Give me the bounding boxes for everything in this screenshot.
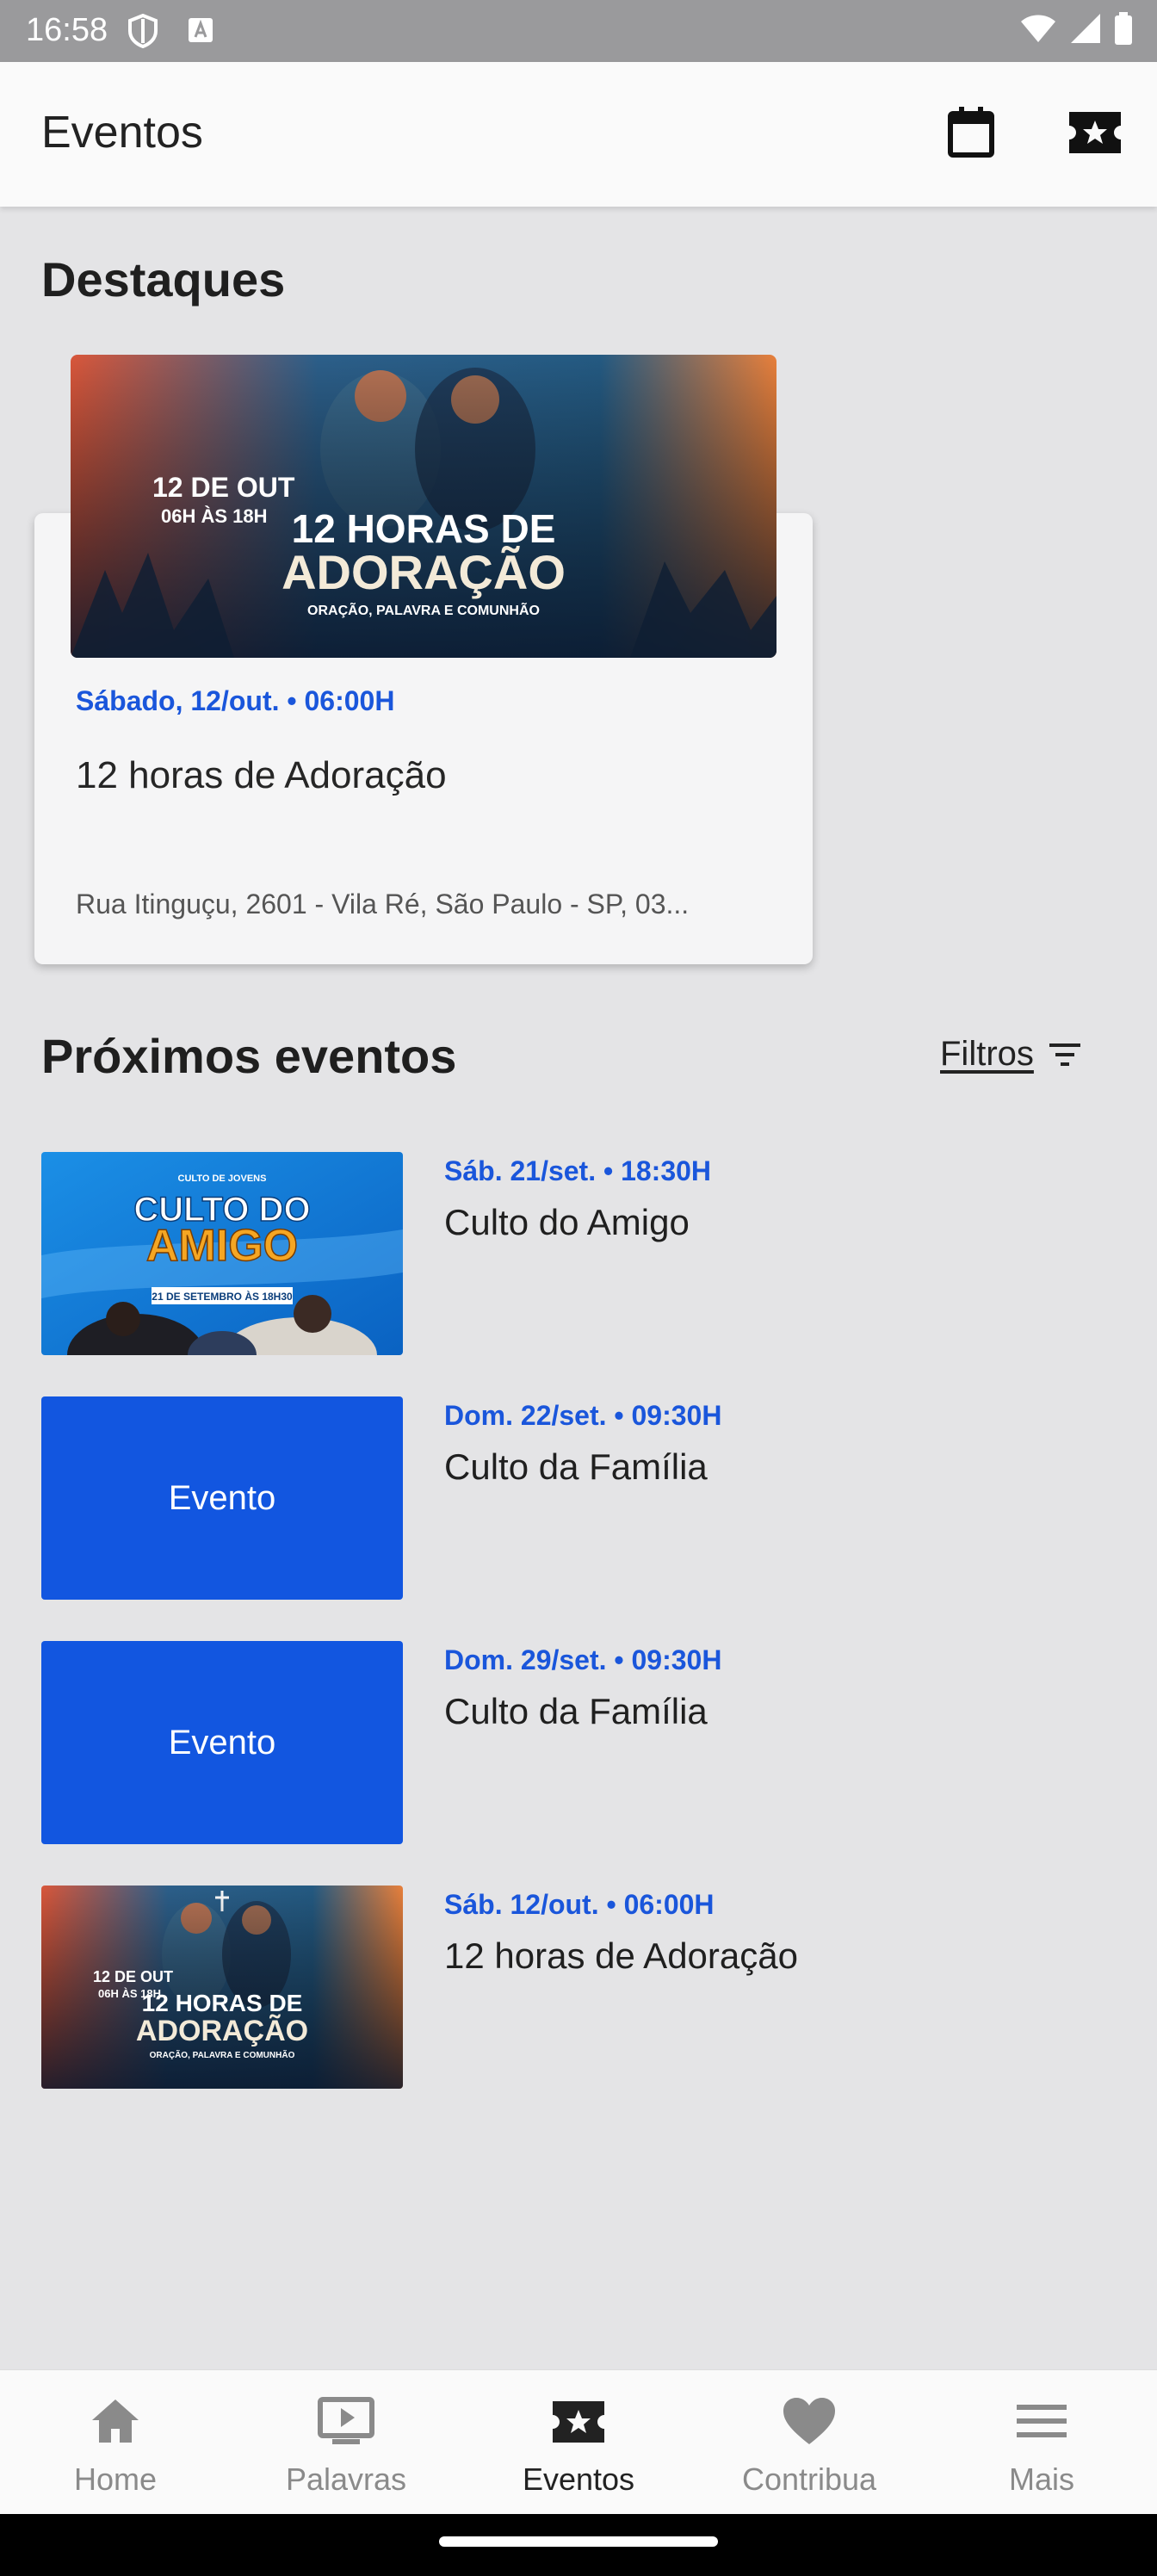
shield-icon (128, 14, 158, 48)
page-title: Eventos (41, 108, 203, 158)
thumb-band: 21 DE SETEMBRO ÀS 18H30 (152, 1290, 293, 1303)
nav-palavras[interactable]: Palavras (231, 2370, 461, 2515)
nav-mais[interactable]: Mais (926, 2370, 1157, 2515)
nav-palavras-label: Palavras (285, 2461, 407, 2497)
nav-eventos-label: Eventos (522, 2461, 635, 2497)
featured-image-time: 06H ÀS 18H (161, 505, 268, 527)
status-time: 16:58 (26, 12, 108, 48)
event-name: Culto da Família (444, 1446, 708, 1487)
filters-label: Filtros (940, 1035, 1034, 1073)
event-date: Dom. 29/set. • 09:30H (444, 1644, 722, 1675)
thumb-top-text: CULTO DE JOVENS (178, 1173, 267, 1184)
event-list-item[interactable]: 12 DE OUT 06H ÀS 18H 12 HORAS DE ADORAÇÃ… (41, 1886, 1117, 2089)
nav-home-label: Home (73, 2461, 158, 2497)
event-thumbnail[interactable]: CULTO DE JOVENS CULTO DO AMIGO 21 DE SET… (41, 1152, 403, 1355)
event-date: Sáb. 21/set. • 18:30H (444, 1155, 712, 1186)
nav-mais-label: Mais (1008, 2461, 1074, 2497)
ticket-star-icon (553, 2401, 604, 2443)
filter-icon (1049, 1043, 1080, 1066)
featured-image-date: 12 DE OUT (152, 472, 295, 503)
menu-icon (1017, 2405, 1067, 2437)
event-thumbnail-placeholder[interactable]: Evento (41, 1641, 403, 1844)
thumb-line2: AMIGO (146, 1221, 298, 1271)
event-name: 12 horas de Adoração (444, 1935, 798, 1976)
event-list-item[interactable]: Evento Dom. 22/set. • 09:30H Culto da Fa… (41, 1396, 1117, 1600)
home-indicator[interactable] (439, 2536, 718, 2547)
event-thumbnail[interactable]: 12 DE OUT 06H ÀS 18H 12 HORAS DE ADORAÇÃ… (41, 1886, 403, 2089)
nav-home[interactable]: Home (0, 2370, 231, 2515)
event-list-item[interactable]: Evento Dom. 29/set. • 09:30H Culto da Fa… (41, 1641, 1117, 1844)
event-list-item[interactable]: CULTO DE JOVENS CULTO DO AMIGO 21 DE SET… (41, 1152, 1117, 1355)
thumb-line1: 12 HORAS DE (142, 1990, 303, 2016)
bottom-navigation: Home Palavras Eventos Contribua Mais (0, 2369, 1157, 2514)
app-notification-icon (189, 18, 213, 42)
event-thumbnail-placeholder[interactable]: Evento (41, 1396, 403, 1600)
signal-icon (1071, 14, 1100, 43)
event-name: Culto do Amigo (444, 1202, 690, 1242)
status-right-icons (1019, 12, 1133, 45)
thumb-date: 12 DE OUT (93, 1968, 173, 1985)
ticket-star-icon[interactable] (1067, 110, 1123, 155)
event-date: Sáb. 12/out. • 06:00H (444, 1889, 715, 1920)
featured-event-address: Rua Itinguçu, 2601 - Vila Ré, São Paulo … (76, 889, 690, 920)
calendar-icon[interactable] (945, 105, 997, 160)
nav-contribua[interactable]: Contribua (694, 2370, 925, 2515)
thumb-line2: ADORAÇÃO (136, 2015, 308, 2047)
battery-icon (1115, 12, 1132, 45)
wifi-icon (1021, 15, 1055, 42)
filters-button[interactable]: Filtros (940, 1035, 1082, 1074)
upcoming-title: Próximos eventos (41, 1029, 457, 1083)
nav-eventos[interactable]: Eventos (463, 2370, 694, 2515)
event-date: Dom. 22/set. • 09:30H (444, 1400, 722, 1431)
heart-icon (783, 2398, 835, 2444)
highlights-title: Destaques (41, 252, 286, 307)
featured-event-title: 12 horas de Adoração (76, 754, 447, 796)
featured-event-date: Sábado, 12/out. • 06:00H (76, 685, 395, 716)
home-icon (92, 2400, 139, 2443)
thumb-sub: ORAÇÃO, PALAVRA E COMUNHÃO (150, 2049, 295, 2060)
featured-image-headline2: ADORAÇÃO (282, 545, 566, 599)
featured-image-subtitle: ORAÇÃO, PALAVRA E COMUNHÃO (307, 601, 540, 618)
featured-event-image[interactable]: 12 DE OUT 06H ÀS 18H 12 HORAS DE ADORAÇÃ… (71, 355, 776, 658)
nav-contribua-label: Contribua (741, 2461, 877, 2497)
app-bar: Eventos (0, 62, 1157, 207)
event-name: Culto da Família (444, 1691, 708, 1731)
status-bar: 16:58 (0, 0, 1157, 62)
play-screen-icon (318, 2397, 374, 2444)
gesture-bar (0, 2514, 1157, 2576)
